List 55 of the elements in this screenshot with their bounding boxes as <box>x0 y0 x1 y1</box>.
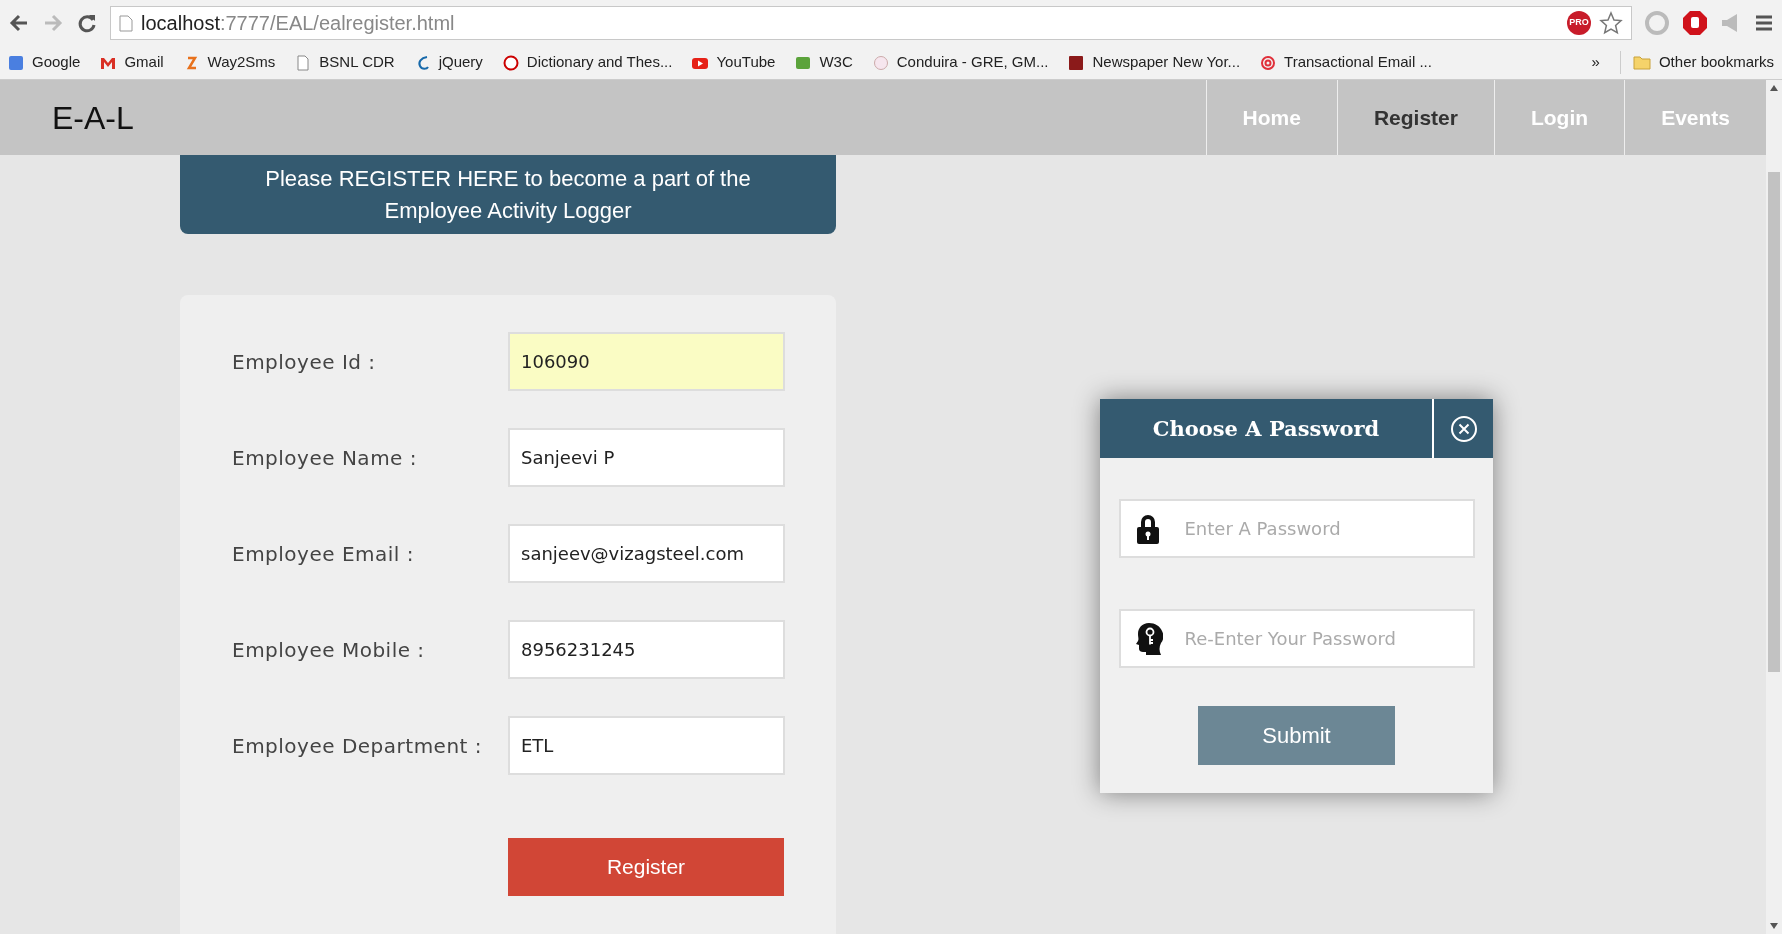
scroll-up-icon[interactable] <box>1769 84 1779 92</box>
bookmark-item[interactable]: Conduira - GRE, GM... <box>872 51 1049 74</box>
bookmark-item[interactable]: BSNL CDR <box>295 51 395 74</box>
globe-icon <box>502 54 519 71</box>
bookmark-icon <box>1068 54 1085 71</box>
text-field[interactable]: 8956231245 <box>508 620 785 679</box>
bookmark-item[interactable]: Dictionary and Thes... <box>502 51 673 74</box>
back-icon[interactable] <box>8 12 30 34</box>
star-icon[interactable] <box>1599 11 1623 35</box>
text-field[interactable]: Sanjeevi P <box>508 428 785 487</box>
face-icon <box>872 54 889 71</box>
more-bookmarks-button[interactable]: » <box>1591 51 1600 74</box>
bookmark-item[interactable]: W3C <box>795 51 853 74</box>
url-text: localhost:7777/EAL/ealregister.html <box>141 11 455 36</box>
bookmark-icon <box>795 54 812 71</box>
page-icon <box>119 14 133 32</box>
other-bookmarks-item[interactable]: Other bookmarks <box>1619 51 1774 74</box>
close-icon <box>1449 414 1478 443</box>
register-button[interactable]: Register <box>508 838 784 896</box>
bookmark-item[interactable]: Transactional Email ... <box>1260 51 1432 74</box>
bookmark-item[interactable]: jQuery <box>414 51 483 74</box>
field-label: Employee Id : <box>232 348 377 376</box>
reload-icon[interactable] <box>76 12 98 34</box>
field-label: Employee Mobile : <box>232 636 426 664</box>
submit-button[interactable]: Submit <box>1198 706 1395 765</box>
field-label: Employee Department : <box>232 732 484 760</box>
field-label: Employee Email : <box>232 540 415 568</box>
target-icon <box>1260 54 1277 71</box>
bookmark-item[interactable]: Way2Sms <box>183 51 276 74</box>
brand-logo[interactable]: E-A-L <box>52 93 134 142</box>
scroll-down-icon[interactable] <box>1769 922 1779 930</box>
text-field[interactable]: sanjeev@vizagsteel.com <box>508 524 785 583</box>
folder-icon <box>1632 55 1651 70</box>
lock-icon <box>1134 512 1161 545</box>
scrollbar[interactable] <box>1766 80 1782 934</box>
password-field[interactable]: Enter A Password <box>1118 499 1475 558</box>
menu-icon[interactable] <box>1754 13 1774 33</box>
stop-hand-icon[interactable] <box>1682 10 1708 36</box>
extension-badge[interactable]: PRO <box>1567 11 1591 35</box>
dialog-title: Choose A Password <box>1151 414 1381 443</box>
nav-link[interactable]: Register <box>1336 80 1494 155</box>
password-field[interactable]: Re-Enter Your Password <box>1118 609 1475 668</box>
bookmark-icon <box>8 54 24 71</box>
bookmark-item[interactable]: Gmail <box>100 51 164 74</box>
head-key-icon <box>1134 621 1163 656</box>
bookmark-item[interactable]: Newspaper New Yor... <box>1068 51 1241 74</box>
field-label: Employee Name : <box>232 444 418 472</box>
scroll-thumb[interactable] <box>1768 172 1780 672</box>
bookmark-item[interactable]: Google <box>8 51 81 74</box>
banner: Please REGISTER HERE to become a part of the Employee Activity Logger <box>180 155 836 234</box>
page-icon <box>295 54 312 71</box>
text-field[interactable]: ETL <box>508 716 785 775</box>
address-bar[interactable]: localhost:7777/EAL/ealregister.html PRO <box>110 6 1632 40</box>
text-field[interactable]: 106090 <box>508 332 785 391</box>
bookmark-item[interactable]: YouTube <box>692 51 776 74</box>
